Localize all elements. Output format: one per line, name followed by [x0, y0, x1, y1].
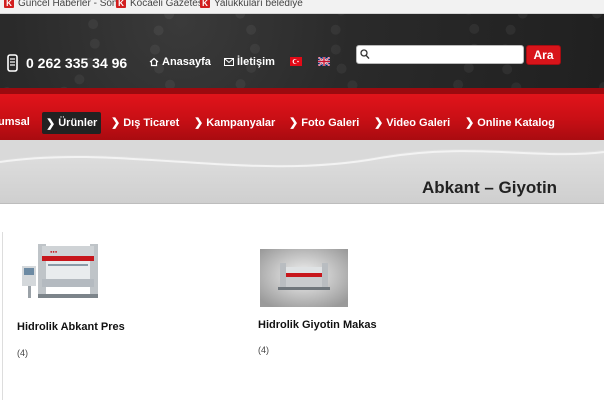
product-count: (4): [258, 345, 269, 355]
chevron-right-icon: ❯: [289, 117, 299, 129]
nav-item-kurumsal[interactable]: umsal: [0, 116, 30, 128]
nav-item-label: umsal: [0, 116, 30, 128]
nav-item-kampanyalar[interactable]: ❯ Kampanyalar: [194, 116, 276, 130]
home-icon: [149, 57, 159, 67]
search-button[interactable]: Ara: [526, 45, 561, 65]
bookmark-item[interactable]: K Kocaeli Gazetesi: [116, 0, 205, 10]
contact-link[interactable]: İletişim: [224, 56, 275, 68]
guillotine-shear-image[interactable]: [260, 249, 348, 307]
news-favicon-icon: K: [4, 0, 14, 8]
nav-item-label: Foto Galeri: [301, 116, 360, 129]
nav-item-urunler[interactable]: ❯ Ürünler: [42, 112, 102, 134]
english-flag-icon[interactable]: [318, 57, 330, 66]
nav-item-video-galeri[interactable]: ❯ Video Galeri: [374, 116, 451, 130]
product-name[interactable]: Hidrolik Abkant Pres: [17, 321, 125, 333]
chevron-right-icon: ❯: [194, 117, 204, 129]
divider: [2, 232, 3, 400]
chevron-right-icon: ❯: [111, 117, 121, 129]
nav-item-label: Kampanyalar: [206, 116, 276, 129]
nav-item-foto-galeri[interactable]: ❯ Foto Galeri: [289, 116, 360, 130]
gear-decoration: [150, 14, 260, 88]
phone-icon: [7, 54, 18, 72]
page-title: Abkant – Giyotin: [422, 178, 558, 197]
nav-item-dis-ticaret[interactable]: ❯ Dış Ticaret: [111, 116, 180, 130]
bookmark-label: Kocaeli Gazetesi: [130, 0, 206, 9]
bookmark-item[interactable]: K Yalukkuları belediye: [200, 0, 303, 10]
product-count: (4): [17, 348, 28, 358]
gear-decoration: [0, 14, 100, 88]
nav-item-label: Video Galeri: [386, 116, 451, 129]
svg-text:●●●: ●●●: [50, 249, 58, 254]
bookmark-item[interactable]: K Güncel Haberler - Son: [4, 0, 118, 10]
product-name[interactable]: Hidrolik Giyotin Makas: [258, 319, 377, 331]
mail-icon: [224, 58, 234, 66]
bookmarks-bar: K Güncel Haberler - Son K Kocaeli Gazete…: [0, 0, 604, 14]
news-favicon-icon: K: [116, 0, 126, 8]
phone-text: 0 262 335 34 96: [26, 55, 128, 71]
main-nav: umsal ❯ Ürünler ❯ Dış Ticaret ❯ Kampanya…: [0, 88, 604, 140]
search-input[interactable]: [373, 48, 521, 62]
turkish-flag-icon[interactable]: [290, 57, 302, 66]
nav-top-band: [0, 88, 604, 94]
nav-item-label: Online Katalog: [477, 116, 555, 129]
chevron-right-icon: ❯: [374, 117, 384, 129]
chevron-right-icon: ❯: [465, 117, 475, 129]
search-icon: [360, 49, 370, 60]
bookmark-label: Güncel Haberler - Son: [18, 0, 118, 9]
nav-item-label: Dış Ticaret: [123, 116, 180, 129]
search-box: [356, 45, 524, 64]
news-favicon-icon: K: [200, 0, 210, 8]
chevron-right-icon: ❯: [46, 117, 56, 130]
press-brake-image[interactable]: ●●●: [20, 240, 106, 306]
phone-number: 0 262 335 34 96: [6, 54, 127, 72]
nav-item-label: Ürünler: [58, 117, 98, 129]
home-link[interactable]: Anasayfa: [149, 56, 211, 68]
contact-link-label: İletişim: [237, 56, 275, 68]
site-header: 0 262 335 34 96 Anasayfa İletişim Ara: [0, 14, 604, 88]
nav-item-online-katalog[interactable]: ❯ Online Katalog: [465, 116, 555, 130]
bookmark-label: Yalukkuları belediye: [214, 0, 303, 9]
home-link-label: Anasayfa: [162, 56, 211, 68]
